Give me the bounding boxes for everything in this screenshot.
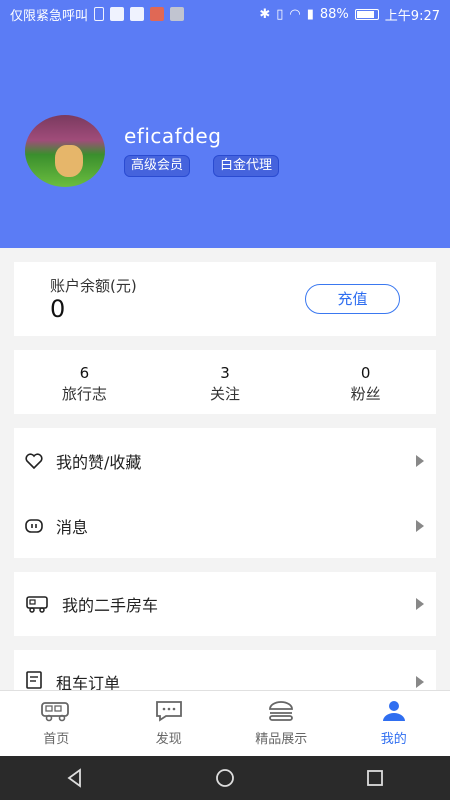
- bottom-navigation: 首页 发现 精品展示 我的: [0, 690, 450, 756]
- menu-item-used-rv[interactable]: 我的二手房车: [14, 572, 436, 636]
- stat-value: 6: [79, 364, 90, 382]
- menu-card: 租车订单: [14, 650, 436, 690]
- nav-discover[interactable]: 发现: [113, 691, 226, 756]
- bluetooth-icon: ✱: [259, 6, 271, 22]
- member-badge: 高级会员: [124, 155, 191, 177]
- balance-label: 账户余额(元): [50, 277, 137, 295]
- app-notification-icon: [110, 7, 125, 21]
- stat-label: 关注: [210, 385, 241, 403]
- menu-label: 消息: [56, 517, 89, 537]
- chevron-right-icon: [416, 519, 424, 532]
- vibrate-icon: ▯: [276, 6, 284, 22]
- signal-icon: ▮: [306, 6, 314, 22]
- battery-percent: 88%: [319, 6, 349, 22]
- battery-icon: [354, 8, 379, 20]
- nav-label: 首页: [43, 732, 70, 747]
- usb-icon: [94, 7, 105, 21]
- app-notification-icon: [130, 7, 145, 21]
- stat-travel-logs[interactable]: 6 旅行志: [14, 350, 155, 414]
- menu-item-likes[interactable]: 我的赞/收藏: [14, 428, 436, 493]
- stat-value: 0: [360, 364, 371, 382]
- menu-label: 租车订单: [56, 674, 121, 690]
- stat-label: 粉丝: [350, 385, 381, 403]
- nav-label: 发现: [155, 732, 182, 747]
- system-navigation: [0, 756, 450, 800]
- recharge-button[interactable]: 充值: [305, 284, 400, 314]
- document-icon: [24, 670, 44, 690]
- menu-item-rental-orders[interactable]: 租车订单: [14, 650, 436, 690]
- stat-following[interactable]: 3 关注: [155, 350, 296, 414]
- chevron-right-icon: [416, 454, 424, 467]
- wifi-icon: ◠: [289, 6, 301, 22]
- stat-label: 旅行志: [61, 385, 107, 403]
- menu-label: 我的二手房车: [62, 596, 159, 615]
- balance-card: 账户余额(元) 0 充值: [14, 262, 436, 336]
- nav-mine[interactable]: 我的: [338, 691, 450, 756]
- nav-label: 我的: [380, 732, 407, 747]
- stat-value: 3: [220, 364, 230, 382]
- profile-header: 仅限紧急呼叫 ✱ ▯ ◠ ▮ 88% 上午9:27 eficafdeg 高级会员…: [0, 0, 450, 248]
- stat-followers[interactable]: 0 粉丝: [295, 350, 436, 414]
- rv-icon: [41, 702, 70, 722]
- rv-icon: [26, 594, 50, 614]
- nav-home[interactable]: 首页: [0, 691, 113, 756]
- stats-card: 6 旅行志 3 关注 0 粉丝: [14, 350, 436, 414]
- nav-label: 精品展示: [255, 732, 308, 747]
- recents-icon[interactable]: [364, 767, 386, 789]
- balance-value: 0: [50, 295, 66, 323]
- chevron-right-icon: [416, 598, 424, 610]
- person-icon: [382, 701, 405, 721]
- avatar[interactable]: [25, 115, 105, 187]
- agent-badge: 白金代理: [213, 155, 280, 177]
- menu-card: 我的赞/收藏 消息: [14, 428, 436, 558]
- burger-icon: [269, 701, 294, 721]
- clock: 上午9:27: [384, 8, 440, 24]
- status-bar: 仅限紧急呼叫 ✱ ▯ ◠ ▮ 88% 上午9:27: [0, 0, 450, 28]
- message-icon: [24, 516, 44, 536]
- back-icon[interactable]: [64, 767, 86, 789]
- chevron-right-icon: [416, 676, 424, 688]
- menu-card: 我的二手房车: [14, 572, 436, 636]
- nav-showcase[interactable]: 精品展示: [225, 691, 338, 756]
- app-notification-icon: [150, 7, 165, 21]
- app-notification-icon: [170, 7, 185, 21]
- home-icon[interactable]: [214, 767, 236, 789]
- carrier-text: 仅限紧急呼叫: [10, 8, 89, 24]
- dog-photo-icon: [55, 145, 83, 177]
- username: eficafdeg: [124, 124, 222, 148]
- chat-icon: [155, 701, 182, 722]
- menu-item-messages[interactable]: 消息: [14, 493, 436, 558]
- heart-icon: [24, 451, 44, 471]
- menu-label: 我的赞/收藏: [56, 452, 142, 472]
